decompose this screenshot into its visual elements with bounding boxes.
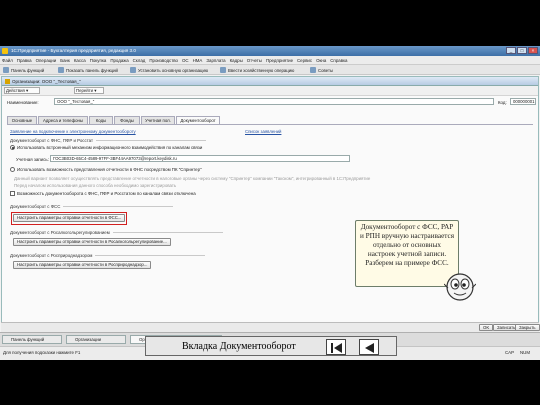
form-titlebar: Организации: ООО "_Тестовая_" (2, 77, 538, 86)
account-label: Учетная запись: (16, 157, 49, 162)
num-indicator: NUM (520, 350, 530, 355)
tab-addresses[interactable]: Адреса и телефоны (38, 116, 88, 124)
arrow-left-icon (365, 343, 374, 353)
previous-slide-button[interactable] (359, 339, 379, 355)
menu-salary[interactable]: Зарплата (204, 56, 227, 63)
functions-panel-button[interactable]: Панель функций (11, 68, 44, 73)
registration-note: Перед началом использования данного спос… (14, 183, 177, 188)
account-field[interactable]: ГОС3B03D-65C4-4589-97FF-3BF44AA97073@rep… (50, 155, 350, 162)
section-fns: Документооборот с ФНС, ПФР и Росстат (10, 138, 206, 143)
menu-file[interactable]: Файл (0, 56, 15, 63)
sprinter-radio[interactable] (10, 167, 15, 172)
main-toolbar: Панель функций Показать панель функций У… (0, 65, 540, 75)
rar-settings-button[interactable]: Настроить параметры отправки отчетности … (13, 238, 171, 246)
menu-operations[interactable]: Операции (34, 56, 59, 63)
menu-intangibles[interactable]: НМА (191, 56, 205, 63)
disable-fns-checkbox[interactable] (10, 191, 15, 196)
enter-operation-button[interactable]: Ввести хозяйственную операцию (228, 68, 294, 73)
builtin-mechanism-radio[interactable] (10, 145, 15, 150)
tab-main[interactable]: Основные (7, 116, 37, 124)
menu-fixed-assets[interactable]: ОС (180, 56, 191, 63)
operation-icon[interactable] (220, 67, 226, 73)
cap-indicator: CAP (505, 350, 515, 355)
sprinter-note: Данный вариант позволяет осуществлять пр… (14, 176, 371, 181)
window-title: 1С:Предприятие - Бухгалтерия предприятия… (11, 48, 136, 53)
menu-cash[interactable]: Касса (72, 56, 88, 63)
window-tab-organizations[interactable]: Организации (66, 335, 126, 344)
form-actions-bar: Действия ▾ Перейти ▾ (2, 86, 538, 96)
menu-enterprise[interactable]: Предприятие (264, 56, 295, 63)
disable-fns-label: Возможность документооборота с ФНС, ПФР … (17, 191, 196, 196)
maximize-button[interactable]: □ (517, 47, 527, 54)
section-rar: Документооборот с Росалкогольрегулирован… (10, 230, 223, 235)
app-screen: 1С:Предприятие - Бухгалтерия предприятия… (0, 46, 540, 360)
ok-button[interactable]: OK (479, 324, 494, 331)
form-title: Организации: ООО "_Тестовая_" (12, 79, 81, 84)
tips-button[interactable]: Советы (318, 68, 333, 73)
form-icon (5, 79, 10, 84)
skip-back-icon (331, 343, 342, 353)
close-button[interactable]: × (528, 47, 538, 54)
sprinter-label: Использовать возможность представления о… (17, 167, 202, 172)
section-rpn: Документооборот с Росприроднадзором (10, 253, 205, 258)
tab-accounting-policy[interactable]: Учетная пол. (141, 116, 175, 124)
set-main-organization-button[interactable]: Установить основную организацию (138, 68, 208, 73)
enable-edo-link[interactable]: Заявление на подключение к электронному … (10, 129, 136, 134)
first-slide-button[interactable] (326, 339, 346, 355)
show-panel-button[interactable]: Показать панель функций (66, 68, 118, 73)
name-field[interactable]: ООО "_Тестовая_" (54, 98, 494, 105)
form-bottom-bar: OK Записать Закрыть (1, 322, 540, 332)
menu-edit[interactable]: Правка (15, 56, 34, 63)
app-icon (2, 48, 8, 54)
menu-bar: Файл Правка Операции Банк Касса Покупка Продаж… (0, 56, 540, 65)
code-field[interactable]: 000000001 (510, 98, 536, 105)
menu-warehouse[interactable]: Склад (131, 56, 148, 63)
menu-help[interactable]: Справка (328, 56, 349, 63)
status-hint: Для получения подсказки нажмите F1 (3, 350, 81, 355)
main-org-icon[interactable] (130, 67, 136, 73)
window-tab-functions[interactable]: Панель функций (2, 335, 62, 344)
menu-bank[interactable]: Банк (58, 56, 72, 63)
actions-menu[interactable]: Действия ▾ (6, 88, 28, 94)
close-form-button[interactable]: Закрыть (515, 324, 540, 331)
caption-text: Вкладка Документооборот (182, 341, 296, 352)
applications-list-link[interactable]: Список заявлений (245, 129, 281, 134)
menu-sales[interactable]: Продажа (108, 56, 130, 63)
mascot-icon (444, 273, 476, 301)
go-menu[interactable]: Перейти ▾ (76, 88, 96, 94)
section-fss: Документооборот с ФСС (10, 204, 173, 209)
menu-purchase[interactable]: Покупка (88, 56, 109, 63)
tab-funds[interactable]: Фонды (114, 116, 140, 124)
menu-service[interactable]: Сервис (295, 56, 314, 63)
code-label: Код: (498, 100, 507, 105)
tips-icon[interactable] (310, 67, 316, 73)
menu-windows[interactable]: Окна (314, 56, 328, 63)
functions-panel-icon[interactable] (3, 67, 9, 73)
tab-codes[interactable]: Коды (89, 116, 113, 124)
minimize-button[interactable]: _ (506, 47, 516, 54)
fss-settings-button[interactable]: Настроить параметры отправки отчетности … (13, 214, 126, 222)
menu-personnel[interactable]: Кадры (228, 56, 245, 63)
menu-production[interactable]: Производство (147, 56, 180, 63)
builtin-mechanism-label: Использовать встроенный механизм информа… (17, 145, 203, 150)
show-panel-icon[interactable] (58, 67, 64, 73)
menu-reports[interactable]: Отчеты (245, 56, 264, 63)
tab-divider (7, 124, 533, 125)
rpn-settings-button[interactable]: Настроить параметры отправки отчетности … (13, 261, 152, 269)
window-titlebar: 1С:Предприятие - Бухгалтерия предприятия… (0, 46, 540, 56)
name-label: Наименование: (7, 100, 39, 105)
